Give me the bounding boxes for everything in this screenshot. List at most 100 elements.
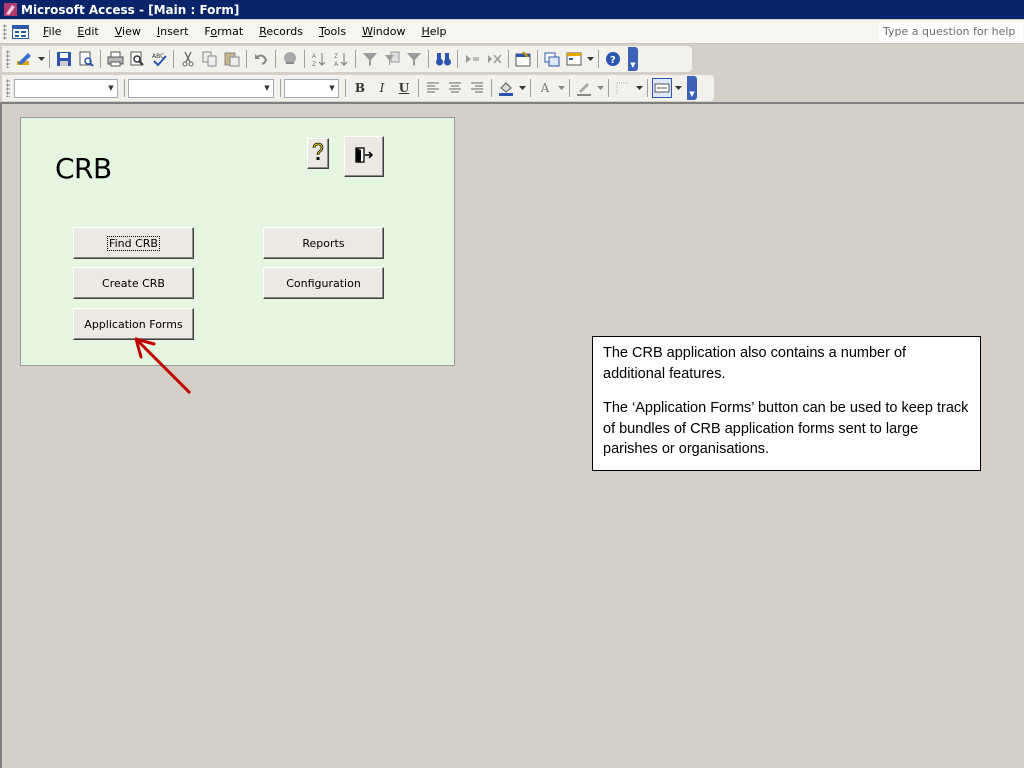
sort-ascending-icon[interactable]: AZ [309,49,329,69]
toolbar-separator [569,79,570,97]
chevron-down-icon: ▼ [264,84,270,92]
question-mark-icon [311,142,325,165]
copy-icon[interactable] [200,49,220,69]
menu-tools-label: ools [323,24,347,38]
italic-button[interactable]: I [372,78,392,98]
menu-file-label: ile [48,24,62,38]
toolbar-grip-handle[interactable] [6,50,10,68]
menu-file[interactable]: File [35,20,69,44]
toolbar-separator [173,50,174,68]
menu-grip-handle[interactable] [3,23,7,40]
align-left-icon[interactable] [423,78,443,98]
properties-icon[interactable] [513,49,533,69]
special-effect-dropdown-arrow-icon[interactable] [674,78,682,98]
chevron-down-icon: ▼ [108,84,114,92]
menu-window[interactable]: Window [354,20,413,44]
menu-view-accel: V [114,24,123,38]
toolbar-separator [530,79,531,97]
find-binoculars-icon[interactable] [433,49,453,69]
font-size-combo[interactable]: ▼ [284,78,339,98]
find-crb-label: Find CRB [107,235,160,251]
spelling-icon[interactable]: ABC [149,49,169,69]
filter-by-form-icon[interactable] [382,49,402,69]
print-icon[interactable] [105,49,125,69]
font-color-label: A [540,81,550,95]
paste-icon[interactable] [222,49,242,69]
object-select-combo[interactable]: ▼ [14,78,118,98]
toolbar-separator [608,79,609,97]
italic-label: I [379,81,385,95]
reports-button[interactable]: Reports [263,227,384,259]
menu-help-accel: H [421,24,430,38]
fill-color-dropdown-arrow-icon[interactable] [518,78,526,98]
line-width-dropdown-arrow-icon[interactable] [635,78,643,98]
view-design-icon[interactable] [15,49,35,69]
apply-filter-icon[interactable] [404,49,424,69]
toolbar-separator [275,50,276,68]
toolbar-options-chevron-icon[interactable]: ▼ [628,47,638,71]
align-center-icon[interactable] [445,78,465,98]
font-color-dropdown-arrow-icon[interactable] [557,78,565,98]
toolbar-separator [491,79,492,97]
workspace-left-border [0,104,2,768]
save-icon[interactable] [54,49,74,69]
new-object-icon[interactable] [564,49,584,69]
help-question-input[interactable]: Type a question for help [878,22,1024,42]
menu-insert[interactable]: Insert [149,20,197,44]
menu-edit[interactable]: Edit [69,20,106,44]
toolbar-separator [457,50,458,68]
line-color-dropdown-arrow-icon[interactable] [596,78,604,98]
form-heading: CRB [55,152,112,185]
menu-tools[interactable]: Tools [311,20,354,44]
view-dropdown-arrow-icon[interactable] [37,49,45,69]
delete-record-icon[interactable] [484,49,504,69]
file-search-icon[interactable] [76,49,96,69]
help-button[interactable] [307,138,329,169]
menu-window-accel: W [362,24,373,38]
new-record-icon[interactable] [462,49,482,69]
title-bar: Microsoft Access - [Main : Form] [0,0,1024,19]
create-crb-label: Create CRB [102,276,165,290]
line-color-icon[interactable] [574,78,594,98]
align-right-icon[interactable] [467,78,487,98]
sort-descending-icon[interactable]: ZA [331,49,351,69]
svg-text:A: A [312,53,317,60]
menu-format[interactable]: Format [196,20,251,44]
toolbar-separator [428,50,429,68]
form-design-toolbar: ABC AZ ZA ? ▼ [2,46,692,72]
filter-by-selection-icon[interactable] [360,49,380,69]
toolbar-separator [355,50,356,68]
find-crb-button[interactable]: Find CRB [73,227,194,259]
bold-button[interactable]: B [350,78,370,98]
application-forms-button[interactable]: Application Forms [73,308,194,340]
print-preview-icon[interactable] [127,49,147,69]
exit-door-icon [354,146,374,167]
menu-records[interactable]: Records [251,20,311,44]
svg-text:A: A [334,61,339,67]
configuration-button[interactable]: Configuration [263,267,384,299]
line-width-icon[interactable] [613,78,633,98]
cut-icon[interactable] [178,49,198,69]
font-name-combo[interactable]: ▼ [128,78,274,98]
menu-help[interactable]: Help [413,20,454,44]
hyperlink-icon[interactable] [280,49,300,69]
menu-window-label: indow [372,24,406,38]
exit-button[interactable] [344,136,384,177]
help-icon[interactable]: ? [603,49,623,69]
application-forms-label: Application Forms [84,317,183,331]
toolbar-separator [124,79,125,97]
fill-color-icon[interactable] [496,78,516,98]
underline-button[interactable]: U [394,78,414,98]
toolbar-grip-handle[interactable] [6,79,10,97]
access-app-icon[interactable] [3,2,18,17]
toolbar-options-chevron-icon[interactable]: ▼ [687,76,697,100]
font-color-button[interactable]: A [535,78,555,98]
new-object-dropdown-arrow-icon[interactable] [586,49,594,69]
undo-icon[interactable] [251,49,271,69]
menu-view[interactable]: View [107,20,149,44]
toolbar-separator [508,50,509,68]
special-effect-icon[interactable] [652,78,672,98]
create-crb-button[interactable]: Create CRB [73,267,194,299]
form-document-icon[interactable] [11,24,29,40]
database-window-icon[interactable] [542,49,562,69]
